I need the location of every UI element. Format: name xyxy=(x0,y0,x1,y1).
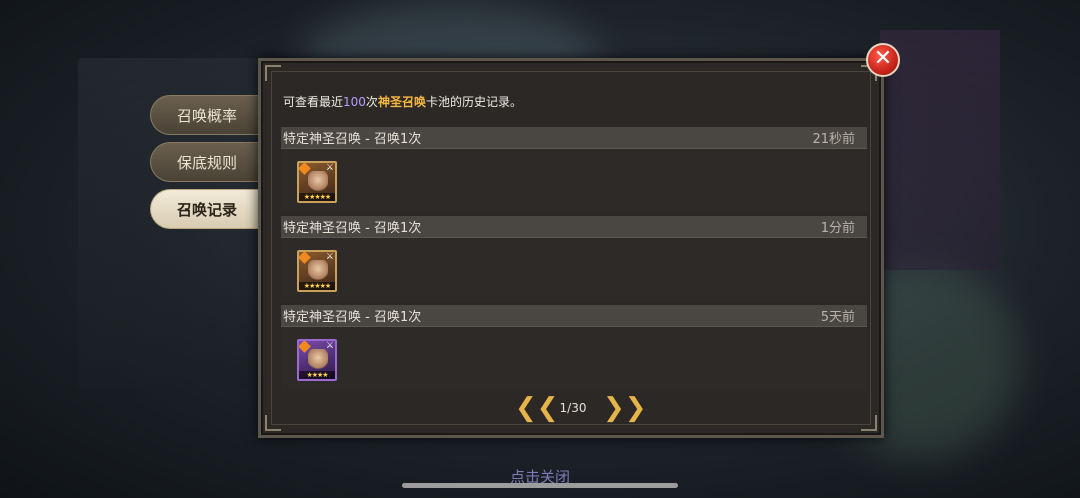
star-rating: ★★★★ xyxy=(299,371,335,379)
record-time: 1分前 xyxy=(820,221,855,236)
notice-suffix: 卡池的历史记录。 xyxy=(425,95,522,109)
hero-card[interactable]: ⚔ ★★★★★ xyxy=(297,161,337,203)
hero-card[interactable]: ⚔ ★★★★ xyxy=(297,339,337,381)
hero-card[interactable]: ⚔ ★★★★★ xyxy=(297,250,337,292)
record-time: 21秒前 xyxy=(812,132,855,147)
notice-count: 100 xyxy=(343,95,366,109)
record-header: 特定神圣召唤 - 召唤1次 21秒前 xyxy=(281,127,867,149)
sword-class-icon: ⚔ xyxy=(325,252,334,262)
notice-prefix: 可查看最近 xyxy=(283,95,344,109)
star-rating: ★★★★★ xyxy=(299,193,335,201)
tab-pity-rules[interactable]: 保底规则 xyxy=(150,142,260,182)
next-page-button[interactable]: ❯❯ xyxy=(603,395,647,421)
tab-summon-history[interactable]: 召唤记录 xyxy=(150,189,260,229)
summon-record: 特定神圣召唤 - 召唤1次 5天前 ⚔ ★★★★ xyxy=(281,305,867,391)
record-header: 特定神圣召唤 - 召唤1次 5天前 xyxy=(281,305,867,327)
frame-corner xyxy=(265,65,281,81)
record-title: 特定神圣召唤 - 召唤1次 xyxy=(283,132,422,147)
record-title: 特定神圣召唤 - 召唤1次 xyxy=(283,221,422,236)
pagination: ❮❮ 1/30 ❯❯ xyxy=(261,395,881,421)
record-header: 特定神圣召唤 - 召唤1次 1分前 xyxy=(281,216,867,238)
star-rating: ★★★★★ xyxy=(299,282,335,290)
summon-record: 特定神圣召唤 - 召唤1次 1分前 ⚔ ★★★★★ xyxy=(281,216,867,302)
record-body: ⚔ ★★★★ xyxy=(281,327,867,391)
notice-pool: 神圣召唤 xyxy=(377,95,426,109)
sword-class-icon: ⚔ xyxy=(325,341,334,351)
summon-record: 特定神圣召唤 - 召唤1次 21秒前 ⚔ ★★★★★ xyxy=(281,127,867,213)
history-notice: 可查看最近100次神圣召唤卡池的历史记录。 xyxy=(283,93,522,110)
close-icon: ✕ xyxy=(873,46,893,71)
record-title: 特定神圣召唤 - 召唤1次 xyxy=(283,310,422,325)
hero-portrait xyxy=(308,349,328,371)
notice-middle: 次 xyxy=(365,95,378,109)
sword-class-icon: ⚔ xyxy=(325,163,334,173)
hero-portrait xyxy=(308,171,328,193)
prev-page-button[interactable]: ❮❮ xyxy=(515,395,559,421)
hero-portrait xyxy=(308,260,328,282)
tab-summon-probability[interactable]: 召唤概率 xyxy=(150,95,260,135)
home-indicator-bar[interactable] xyxy=(402,483,678,488)
record-body: ⚔ ★★★★★ xyxy=(281,149,867,213)
close-button[interactable]: ✕ xyxy=(866,43,900,77)
record-time: 5天前 xyxy=(820,310,855,325)
page-indicator: 1/30 xyxy=(559,401,587,415)
summon-history-dialog: 可查看最近100次神圣召唤卡池的历史记录。 特定神圣召唤 - 召唤1次 21秒前… xyxy=(258,58,884,438)
record-body: ⚔ ★★★★★ xyxy=(281,238,867,302)
